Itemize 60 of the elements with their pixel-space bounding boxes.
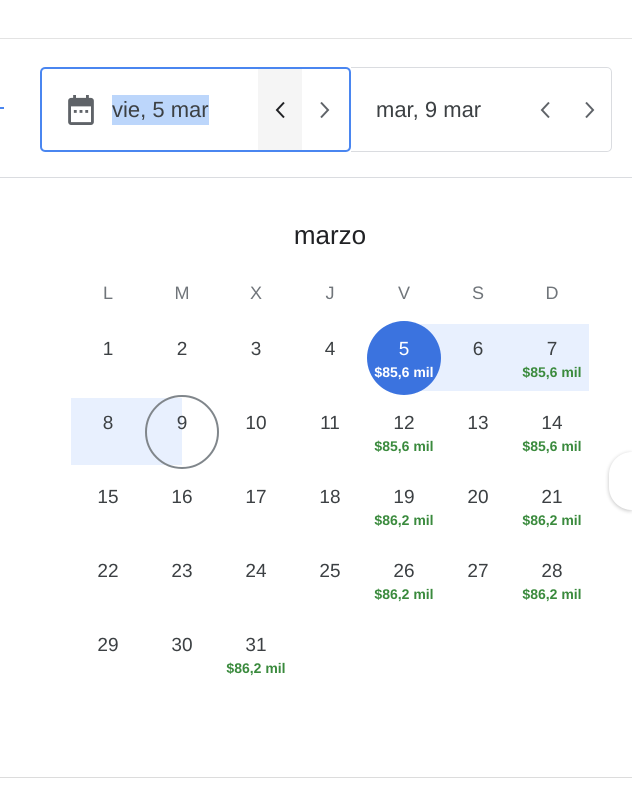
price-label: $86,2 mil — [522, 586, 582, 602]
price-label: $86,2 mil — [226, 660, 286, 676]
calendar-day[interactable]: 9 — [145, 395, 219, 469]
calendar-day[interactable]: 5 $85,6 mil — [367, 321, 441, 395]
calendar-day[interactable]: 24 — [219, 543, 293, 617]
price-label: $85,6 mil — [522, 438, 582, 454]
calendar-day[interactable]: 2 — [145, 321, 219, 395]
chevron-left-icon — [274, 100, 286, 118]
dash-icon — [0, 107, 4, 109]
calendar-day[interactable]: 10 — [219, 395, 293, 469]
chevron-right-icon — [584, 100, 594, 118]
date-input-field[interactable]: vie, 5 mar — [40, 67, 351, 152]
calendar-day[interactable]: 20 — [441, 469, 515, 543]
calendar-day[interactable]: 11 — [293, 395, 367, 469]
calendar-day[interactable]: 16 — [145, 469, 219, 543]
calendar-icon — [66, 94, 96, 124]
date-value: vie, 5 mar — [112, 94, 209, 124]
calendar-day[interactable]: 14 $85,6 mil — [515, 395, 589, 469]
month-title: marzo — [292, 219, 368, 251]
price-label: $85,6 mil — [522, 364, 582, 380]
calendar-day[interactable]: 17 — [219, 469, 293, 543]
chevron-right-icon — [318, 100, 330, 118]
calendar-day[interactable]: 21 $86,2 mil — [515, 469, 589, 543]
calendar-day[interactable]: 30 — [145, 617, 219, 691]
side-nav-button[interactable] — [609, 452, 632, 510]
calendar-day[interactable]: 6 — [441, 321, 515, 395]
weekday-label: J — [324, 282, 336, 304]
calendar-day[interactable]: 31 $86,2 mil — [219, 617, 293, 691]
calendar-day[interactable]: 8 — [71, 395, 145, 469]
previous-date-button[interactable] — [258, 69, 302, 150]
chevron-left-icon — [540, 100, 550, 118]
calendar-day[interactable]: 19 $86,2 mil — [367, 469, 441, 543]
weekday-label: L — [102, 282, 114, 304]
calendar-day[interactable]: 23 — [145, 543, 219, 617]
calendar-day[interactable]: 18 — [293, 469, 367, 543]
calendar-day[interactable]: 27 — [441, 543, 515, 617]
calendar-day[interactable]: 22 — [71, 543, 145, 617]
price-label: $85,6 mil — [374, 364, 434, 380]
date-value: mar, 9 mar — [376, 96, 482, 124]
weekday-label: S — [470, 282, 485, 304]
calendar-day[interactable]: 12 $85,6 mil — [367, 395, 441, 469]
calendar-day[interactable]: 25 — [293, 543, 367, 617]
weekday-label: D — [544, 282, 560, 304]
calendar-day[interactable]: 13 — [441, 395, 515, 469]
weekday-label: V — [396, 282, 411, 304]
calendar-day[interactable]: 15 — [71, 469, 145, 543]
calendar-day[interactable]: 26 $86,2 mil — [367, 543, 441, 617]
calendar-day[interactable]: 1 — [71, 321, 145, 395]
calendar-day[interactable]: 28 $86,2 mil — [515, 543, 589, 617]
price-label: $86,2 mil — [374, 512, 434, 528]
calendar-day[interactable]: 4 — [293, 321, 367, 395]
calendar-day[interactable]: 7 $85,6 mil — [515, 321, 589, 395]
weekday-label: M — [174, 282, 190, 304]
price-label: $86,2 mil — [522, 512, 582, 528]
price-label: $85,6 mil — [374, 438, 434, 454]
calendar-day[interactable]: 3 — [219, 321, 293, 395]
date-input-field[interactable]: mar, 9 mar — [351, 67, 612, 152]
weekday-label: X — [248, 282, 263, 304]
price-label: $86,2 mil — [374, 586, 434, 602]
calendar-day[interactable]: 29 — [71, 617, 145, 691]
